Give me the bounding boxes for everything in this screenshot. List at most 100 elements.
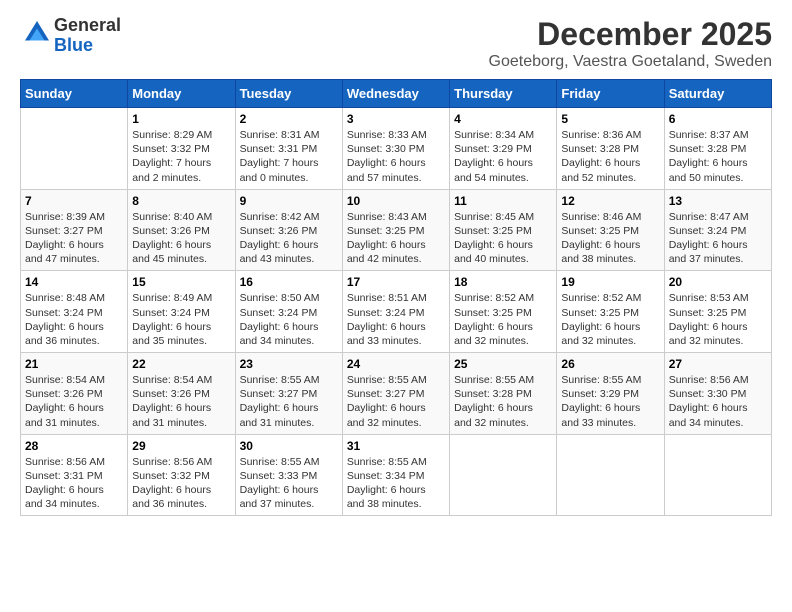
calendar-cell: 28 Sunrise: 8:56 AM Sunset: 3:31 PM Dayli… [21,434,128,516]
weekday-header: Thursday [450,80,557,108]
day-number: 22 [132,357,230,371]
day-info: Sunrise: 8:47 AM Sunset: 3:24 PM Dayligh… [669,210,767,267]
calendar-cell: 25 Sunrise: 8:55 AM Sunset: 3:28 PM Dayli… [450,353,557,435]
logo-icon [22,18,52,48]
weekday-header: Wednesday [342,80,449,108]
day-number: 17 [347,275,445,289]
day-number: 29 [132,439,230,453]
calendar-cell [450,434,557,516]
day-info: Sunrise: 8:53 AM Sunset: 3:25 PM Dayligh… [669,291,767,348]
day-info: Sunrise: 8:52 AM Sunset: 3:25 PM Dayligh… [454,291,552,348]
day-info: Sunrise: 8:42 AM Sunset: 3:26 PM Dayligh… [240,210,338,267]
calendar-cell: 3 Sunrise: 8:33 AM Sunset: 3:30 PM Daylig… [342,108,449,190]
day-number: 3 [347,112,445,126]
day-number: 26 [561,357,659,371]
main-title: December 2025 [489,16,772,53]
day-number: 8 [132,194,230,208]
day-number: 10 [347,194,445,208]
calendar-cell: 15 Sunrise: 8:49 AM Sunset: 3:24 PM Dayli… [128,271,235,353]
day-number: 24 [347,357,445,371]
day-number: 20 [669,275,767,289]
calendar-cell: 30Sunrise: 8:55 AM Sunset: 3:33 PM Dayli… [235,434,342,516]
logo: General Blue [20,16,121,56]
calendar-cell [21,108,128,190]
calendar-cell: 13 Sunrise: 8:47 AM Sunset: 3:24 PM Dayli… [664,189,771,271]
day-info: Sunrise: 8:54 AM Sunset: 3:26 PM Dayligh… [132,373,230,430]
day-number: 13 [669,194,767,208]
day-info: Sunrise: 8:45 AM Sunset: 3:25 PM Dayligh… [454,210,552,267]
day-number: 15 [132,275,230,289]
day-info: Sunrise: 8:56 AM Sunset: 3:30 PM Dayligh… [669,373,767,430]
day-number: 19 [561,275,659,289]
calendar-cell: 6Sunrise: 8:37 AM Sunset: 3:28 PM Daylig… [664,108,771,190]
day-info: Sunrise: 8:56 AM Sunset: 3:32 PM Dayligh… [132,455,230,512]
title-block: December 2025 Goeteborg, Vaestra Goetala… [489,16,772,71]
day-info: Sunrise: 8:55 AM Sunset: 3:34 PM Dayligh… [347,455,445,512]
calendar-cell: 5Sunrise: 8:36 AM Sunset: 3:28 PM Daylig… [557,108,664,190]
header: General Blue December 2025 Goeteborg, Va… [20,16,772,71]
calendar-cell: 14Sunrise: 8:48 AM Sunset: 3:24 PM Dayli… [21,271,128,353]
calendar-row: 7Sunrise: 8:39 AM Sunset: 3:27 PM Daylig… [21,189,772,271]
day-info: Sunrise: 8:46 AM Sunset: 3:25 PM Dayligh… [561,210,659,267]
logo-text: General Blue [54,16,121,56]
weekday-header: Monday [128,80,235,108]
calendar-row: 28 Sunrise: 8:56 AM Sunset: 3:31 PM Dayli… [21,434,772,516]
day-info: Sunrise: 8:43 AM Sunset: 3:25 PM Dayligh… [347,210,445,267]
day-number: 2 [240,112,338,126]
day-number: 4 [454,112,552,126]
calendar-cell: 21 Sunrise: 8:54 AM Sunset: 3:26 PM Dayli… [21,353,128,435]
day-info: Sunrise: 8:50 AM Sunset: 3:24 PM Dayligh… [240,291,338,348]
day-info: Sunrise: 8:33 AM Sunset: 3:30 PM Dayligh… [347,128,445,185]
logo-general: General [54,15,121,35]
day-info: Sunrise: 8:49 AM Sunset: 3:24 PM Dayligh… [132,291,230,348]
calendar-cell: 26 Sunrise: 8:55 AM Sunset: 3:29 PM Dayli… [557,353,664,435]
subtitle: Goeteborg, Vaestra Goetaland, Sweden [489,53,772,71]
calendar-cell: 4Sunrise: 8:34 AM Sunset: 3:29 PM Daylig… [450,108,557,190]
day-info: Sunrise: 8:55 AM Sunset: 3:28 PM Dayligh… [454,373,552,430]
day-number: 28 [25,439,123,453]
calendar-cell: 2Sunrise: 8:31 AM Sunset: 3:31 PM Daylig… [235,108,342,190]
calendar-cell: 22 Sunrise: 8:54 AM Sunset: 3:26 PM Dayli… [128,353,235,435]
calendar-cell: 18 Sunrise: 8:52 AM Sunset: 3:25 PM Dayli… [450,271,557,353]
calendar-row: 1Sunrise: 8:29 AM Sunset: 3:32 PM Daylig… [21,108,772,190]
calendar-cell: 9Sunrise: 8:42 AM Sunset: 3:26 PM Daylig… [235,189,342,271]
day-info: Sunrise: 8:55 AM Sunset: 3:33 PM Dayligh… [240,455,338,512]
day-info: Sunrise: 8:36 AM Sunset: 3:28 PM Dayligh… [561,128,659,185]
day-info: Sunrise: 8:39 AM Sunset: 3:27 PM Dayligh… [25,210,123,267]
day-number: 23 [240,357,338,371]
day-number: 18 [454,275,552,289]
calendar-cell: 24 Sunrise: 8:55 AM Sunset: 3:27 PM Dayli… [342,353,449,435]
day-info: Sunrise: 8:51 AM Sunset: 3:24 PM Dayligh… [347,291,445,348]
day-info: Sunrise: 8:54 AM Sunset: 3:26 PM Dayligh… [25,373,123,430]
calendar-cell: 20 Sunrise: 8:53 AM Sunset: 3:25 PM Dayli… [664,271,771,353]
weekday-header: Tuesday [235,80,342,108]
calendar-cell: 10 Sunrise: 8:43 AM Sunset: 3:25 PM Dayli… [342,189,449,271]
day-number: 31 [347,439,445,453]
day-number: 16 [240,275,338,289]
calendar-cell: 12Sunrise: 8:46 AM Sunset: 3:25 PM Dayli… [557,189,664,271]
calendar-cell: 19 Sunrise: 8:52 AM Sunset: 3:25 PM Dayli… [557,271,664,353]
calendar-cell: 17 Sunrise: 8:51 AM Sunset: 3:24 PM Dayli… [342,271,449,353]
calendar-cell: 16 Sunrise: 8:50 AM Sunset: 3:24 PM Dayli… [235,271,342,353]
day-info: Sunrise: 8:56 AM Sunset: 3:31 PM Dayligh… [25,455,123,512]
calendar-row: 14Sunrise: 8:48 AM Sunset: 3:24 PM Dayli… [21,271,772,353]
day-info: Sunrise: 8:37 AM Sunset: 3:28 PM Dayligh… [669,128,767,185]
day-info: Sunrise: 8:29 AM Sunset: 3:32 PM Dayligh… [132,128,230,185]
weekday-header: Sunday [21,80,128,108]
calendar-cell: 8Sunrise: 8:40 AM Sunset: 3:26 PM Daylig… [128,189,235,271]
day-number: 25 [454,357,552,371]
calendar-cell: 31 Sunrise: 8:55 AM Sunset: 3:34 PM Dayli… [342,434,449,516]
day-info: Sunrise: 8:55 AM Sunset: 3:27 PM Dayligh… [240,373,338,430]
weekday-header: Friday [557,80,664,108]
day-info: Sunrise: 8:55 AM Sunset: 3:27 PM Dayligh… [347,373,445,430]
day-info: Sunrise: 8:52 AM Sunset: 3:25 PM Dayligh… [561,291,659,348]
calendar-table: SundayMondayTuesdayWednesdayThursdayFrid… [20,79,772,516]
day-number: 11 [454,194,552,208]
calendar-cell: 1Sunrise: 8:29 AM Sunset: 3:32 PM Daylig… [128,108,235,190]
calendar-cell: 23 Sunrise: 8:55 AM Sunset: 3:27 PM Dayli… [235,353,342,435]
calendar-header-row: SundayMondayTuesdayWednesdayThursdayFrid… [21,80,772,108]
calendar-cell [664,434,771,516]
day-info: Sunrise: 8:55 AM Sunset: 3:29 PM Dayligh… [561,373,659,430]
day-number: 21 [25,357,123,371]
calendar-cell: 7Sunrise: 8:39 AM Sunset: 3:27 PM Daylig… [21,189,128,271]
